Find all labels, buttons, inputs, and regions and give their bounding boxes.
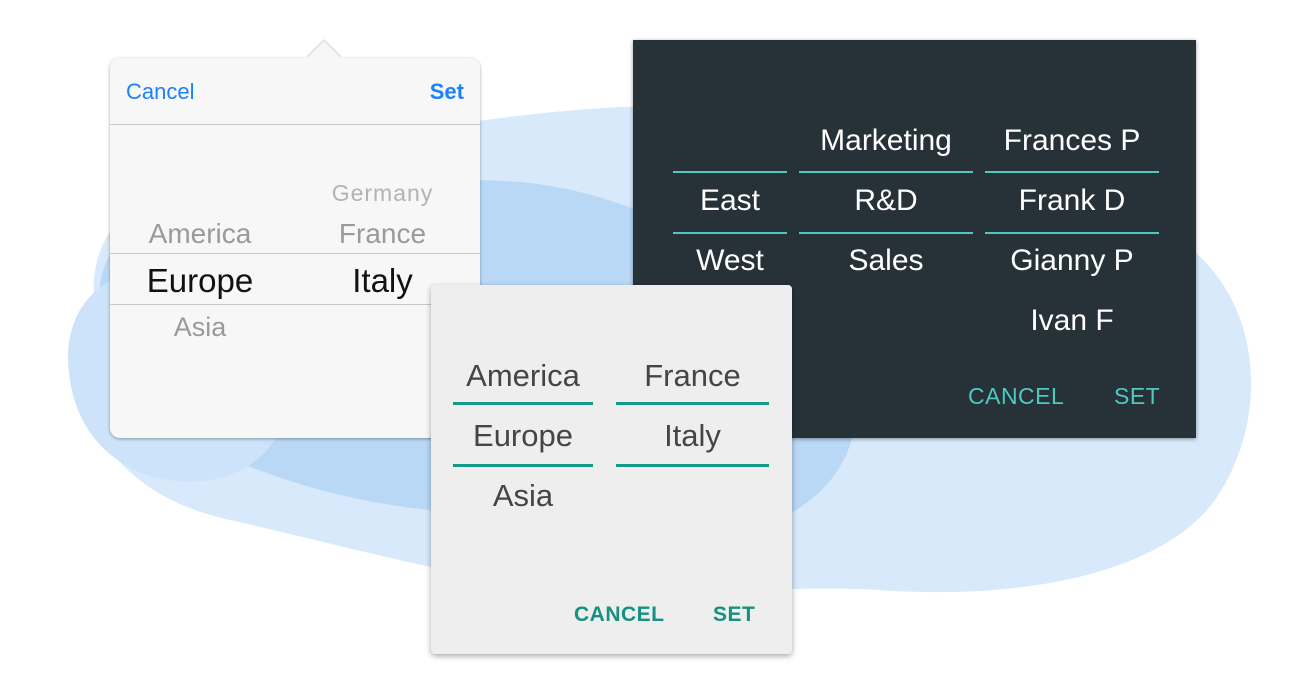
light-region-option[interactable]: Asia xyxy=(453,478,593,514)
ios-country-option[interactable]: France xyxy=(305,218,460,250)
light-region-selected[interactable]: Europe xyxy=(453,418,593,454)
dark-cancel-button[interactable]: CANCEL xyxy=(968,383,1064,410)
dark-person-divider-top xyxy=(985,171,1159,173)
ios-picker-popover: Cancel Set America Europe Asia Germany F… xyxy=(110,41,480,438)
ios-region-option[interactable]: America xyxy=(125,218,275,250)
ios-selection-line-top xyxy=(110,253,480,254)
dark-region-divider-bottom xyxy=(673,232,787,234)
light-country-option[interactable]: France xyxy=(616,358,769,394)
light-country-selected[interactable]: Italy xyxy=(616,418,769,454)
dark-person-option[interactable]: Frances P xyxy=(985,124,1159,158)
light-region-option[interactable]: America xyxy=(453,358,593,394)
light-cancel-button[interactable]: CANCEL xyxy=(574,603,665,627)
dark-department-option[interactable]: Sales xyxy=(799,244,973,278)
dark-person-option[interactable]: Ivan F xyxy=(985,304,1159,338)
light-country-divider-bottom xyxy=(616,464,769,467)
ios-region-option[interactable]: Asia xyxy=(125,312,275,343)
dark-department-option[interactable]: Marketing xyxy=(799,124,973,158)
dark-set-button[interactable]: SET xyxy=(1114,383,1160,410)
light-country-divider-top xyxy=(616,402,769,405)
light-set-button[interactable]: SET xyxy=(713,603,755,627)
light-region-divider-top xyxy=(453,402,593,405)
light-picker-dialog: America Europe Asia France Italy CANCEL … xyxy=(431,285,792,654)
dark-region-option[interactable]: West xyxy=(673,244,787,278)
ios-set-button[interactable]: Set xyxy=(430,79,464,105)
dark-person-divider-bottom xyxy=(985,232,1159,234)
ios-region-selected[interactable]: Europe xyxy=(125,262,275,300)
dark-department-divider-bottom xyxy=(799,232,973,234)
ios-cancel-button[interactable]: Cancel xyxy=(126,79,194,105)
dark-region-divider-top xyxy=(673,171,787,173)
ios-country-option[interactable]: Germany xyxy=(305,180,460,207)
ios-selection-line-bottom xyxy=(110,304,480,305)
dark-region-selected[interactable]: East xyxy=(673,184,787,218)
dark-person-selected[interactable]: Frank D xyxy=(985,184,1159,218)
light-region-divider-bottom xyxy=(453,464,593,467)
dark-department-divider-top xyxy=(799,171,973,173)
dark-department-selected[interactable]: R&D xyxy=(799,184,973,218)
ios-picker-header: Cancel Set xyxy=(110,58,480,125)
dark-person-option[interactable]: Gianny P xyxy=(985,244,1159,278)
